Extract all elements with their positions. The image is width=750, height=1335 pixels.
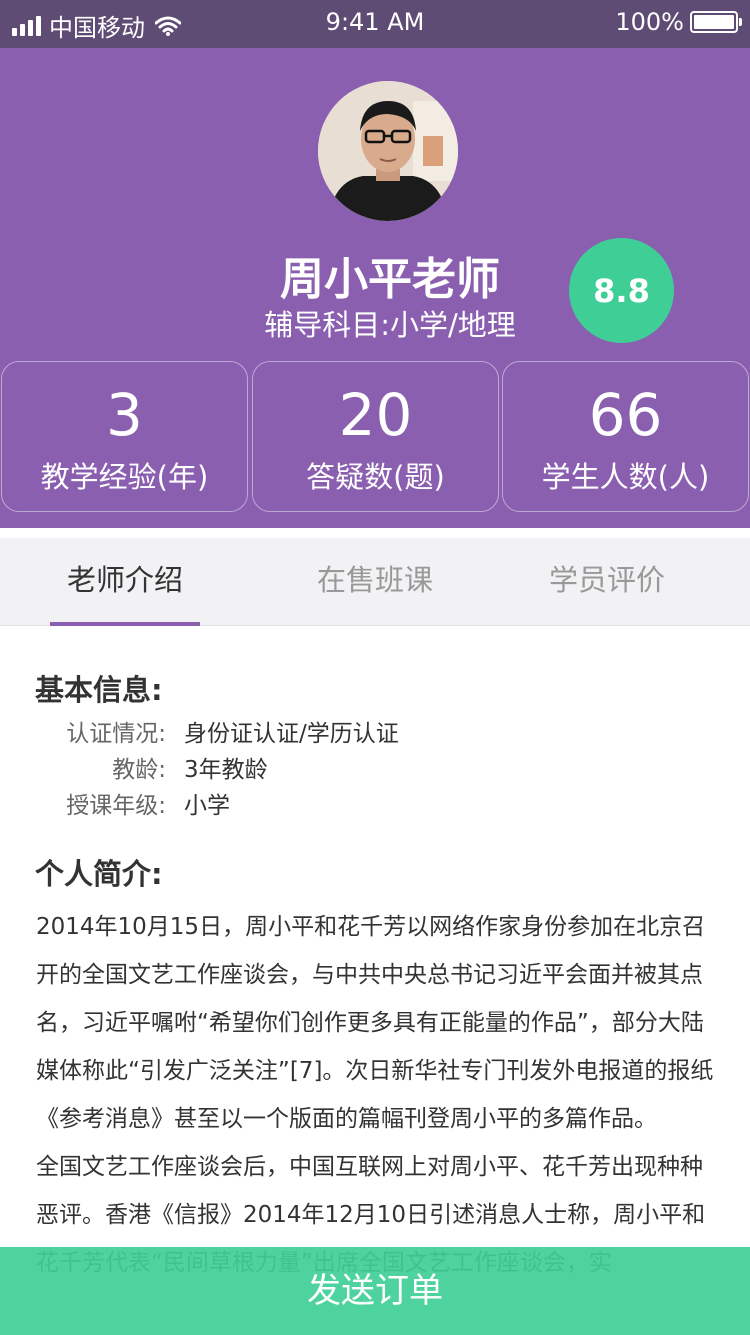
send-order-button[interactable]: 发送订单 bbox=[0, 1247, 750, 1335]
info-value: 身份证认证/学历认证 bbox=[184, 721, 399, 747]
info-key: 教龄: bbox=[112, 757, 166, 783]
stat-students: 66 学生人数(人) bbox=[502, 361, 749, 512]
rating-badge: 8.8 bbox=[569, 238, 674, 343]
stat-answers: 20 答疑数(题) bbox=[252, 361, 499, 512]
active-tab-indicator bbox=[50, 622, 200, 626]
teacher-intro-content: 基本信息: 认证情况: 身份证认证/学历认证 教龄: 3年教龄 授课年级: 小学… bbox=[0, 627, 750, 1335]
stat-value: 66 bbox=[588, 381, 663, 449]
info-value: 3年教龄 bbox=[184, 757, 268, 783]
tab-classes-on-sale[interactable]: 在售班课 bbox=[300, 538, 450, 626]
bio-paragraph: 2014年10月15日，周小平和花千芳以网络作家身份参加在北京召开的全国文艺工作… bbox=[36, 914, 714, 1132]
stat-value: 3 bbox=[106, 381, 143, 449]
info-row-teaching-years: 教龄: 3年教龄 bbox=[0, 750, 750, 786]
status-right: 100% bbox=[615, 8, 742, 36]
info-key: 授课年级: bbox=[66, 793, 166, 819]
battery-icon bbox=[690, 11, 742, 33]
stat-experience: 3 教学经验(年) bbox=[1, 361, 248, 512]
stat-label: 学生人数(人) bbox=[541, 460, 710, 494]
info-row-grade: 授课年级: 小学 bbox=[0, 786, 750, 822]
info-key: 认证情况: bbox=[66, 721, 166, 747]
info-row-certification: 认证情况: 身份证认证/学历认证 bbox=[0, 714, 750, 750]
tab-student-reviews[interactable]: 学员评价 bbox=[532, 538, 682, 626]
teacher-avatar[interactable] bbox=[318, 81, 458, 221]
tab-bar: 老师介绍 在售班课 学员评价 bbox=[0, 538, 750, 626]
battery-percent: 100% bbox=[615, 8, 684, 36]
stats-row: 3 教学经验(年) 20 答疑数(题) 66 学生人数(人) bbox=[0, 361, 750, 512]
stat-value: 20 bbox=[338, 381, 413, 449]
bio-text: 2014年10月15日，周小平和花千芳以网络作家身份参加在北京召开的全国文艺工作… bbox=[36, 903, 716, 1287]
status-bar: 中国移动 9:41 AM 100% bbox=[0, 0, 750, 48]
teacher-header: 周小平老师 辅导科目:小学/地理 8.8 3 教学经验(年) 20 答疑数(题)… bbox=[0, 48, 750, 528]
intro-title: 个人简介: bbox=[35, 857, 163, 891]
tab-teacher-intro[interactable]: 老师介绍 bbox=[50, 538, 200, 626]
info-value: 小学 bbox=[184, 793, 230, 819]
avatar-portrait bbox=[318, 81, 458, 221]
basic-info-title: 基本信息: bbox=[35, 673, 163, 707]
stat-label: 教学经验(年) bbox=[40, 460, 209, 494]
stat-label: 答疑数(题) bbox=[306, 460, 445, 494]
